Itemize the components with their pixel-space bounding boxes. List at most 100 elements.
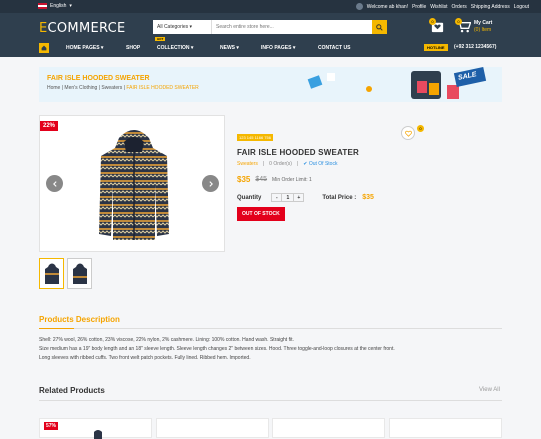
- product-gallery: 22%: [39, 115, 225, 252]
- related-discount-badge: 57%: [44, 422, 59, 430]
- hotline-phone[interactable]: (+92 312 1234567): [454, 44, 496, 50]
- page-banner: FAIR ISLE HOODED SWEATER Home | Men's Cl…: [39, 67, 502, 102]
- thumbnail-2[interactable]: [67, 258, 92, 289]
- chevron-right-icon: [208, 180, 213, 187]
- wishlist-link[interactable]: Wishlist: [430, 4, 447, 10]
- wishlist-item-count: 0: [417, 125, 424, 132]
- related-product-card[interactable]: 57%: [39, 418, 152, 439]
- wishlist-button[interactable]: 0: [429, 18, 447, 35]
- related-product-card[interactable]: [389, 418, 502, 438]
- description-line: Shell: 27% wool, 26% cotton, 23% viscose…: [39, 337, 294, 343]
- breadcrumb-home[interactable]: Home: [47, 85, 60, 91]
- search-input[interactable]: [212, 20, 372, 34]
- logo-e: E: [39, 21, 48, 36]
- product-brand[interactable]: Sweaters: [237, 161, 258, 167]
- discount-badge: 22%: [40, 121, 59, 131]
- language-selector[interactable]: English ▾: [38, 3, 72, 9]
- thumbnail-1[interactable]: [39, 258, 64, 289]
- search-icon: [376, 23, 383, 31]
- product-image: [99, 130, 169, 240]
- description-line: Long sleeves with ribbed cuffs. Two fron…: [39, 355, 251, 361]
- related-product-card[interactable]: [156, 418, 269, 438]
- breadcrumb: Home | Men's Clothing | Sweaters | FAIR …: [47, 85, 199, 91]
- description-line: Size medium has a 19" body length and an…: [39, 346, 395, 352]
- nav-info-pages[interactable]: INFO PAGES ▾: [261, 45, 295, 51]
- shipping-address-link[interactable]: Shipping Address: [471, 4, 510, 10]
- search-button[interactable]: [372, 20, 387, 34]
- home-icon: [41, 45, 47, 50]
- search-bar: All Categories ▾: [153, 20, 387, 34]
- quantity-row: Quantity - 1 + Total Price : $35: [237, 193, 437, 202]
- nav-contact-us[interactable]: CONTACT US: [318, 45, 350, 51]
- breadcrumb-current: FAIR ISLE HOODED SWEATER: [126, 85, 199, 91]
- chevron-down-icon: ▾: [69, 3, 72, 9]
- cart-items: (0) Item: [474, 27, 492, 33]
- hot-badge: HOT: [155, 37, 166, 41]
- top-bar: English ▾ Welcome ab khan! Profile Wishl…: [0, 0, 541, 13]
- related-product-card[interactable]: [272, 418, 385, 438]
- description-title: Products Description: [39, 315, 120, 324]
- related-product-image: [94, 430, 102, 439]
- cart-summary[interactable]: My Cart (0) Item: [474, 20, 492, 34]
- quantity-decrease-button[interactable]: -: [272, 194, 281, 201]
- welcome-text: Welcome ab khan!: [366, 3, 409, 10]
- profile-link[interactable]: Profile: [412, 4, 426, 10]
- order-count: 0 Order(s): [269, 161, 292, 167]
- nav-info-pages-label: INFO PAGES: [261, 45, 292, 51]
- price-row: $35 $45 Min Order Limit: 1: [237, 175, 437, 184]
- gallery-prev-button[interactable]: [46, 175, 63, 192]
- category-select-value: All Categories: [157, 24, 189, 30]
- cart-title: My Cart: [474, 20, 493, 26]
- cart-count-badge: 0: [455, 18, 462, 25]
- breadcrumb-sweaters[interactable]: Sweaters: [101, 85, 122, 91]
- nav-contact-us-label: CONTACT US: [318, 45, 351, 51]
- gallery-next-button[interactable]: [202, 175, 219, 192]
- nav-shop[interactable]: SHOP: [126, 45, 140, 51]
- thumbnail-image: [44, 263, 59, 284]
- home-button[interactable]: [39, 42, 49, 53]
- current-price: $35: [237, 175, 251, 184]
- nav-collection-label: COLLECTION: [157, 45, 190, 51]
- thumbnail-image: [72, 263, 87, 284]
- description-text: Shell: 27% wool, 26% cotton, 23% viscose…: [39, 336, 502, 363]
- total-price-label: Total Price :: [322, 194, 357, 201]
- quantity-label: Quantity: [237, 194, 262, 201]
- main-nav: HOME PAGES ▾ SHOP COLLECTION ▾ HOT NEWS …: [39, 37, 350, 54]
- old-price: $45: [255, 176, 268, 183]
- category-select[interactable]: All Categories ▾: [153, 20, 212, 34]
- wishlist-count-badge: 0: [429, 18, 436, 25]
- product-name: FAIR ISLE HOODED SWEATER: [237, 148, 359, 157]
- check-icon: ✔: [303, 161, 308, 167]
- min-order-limit: Min Order Limit: 1: [272, 176, 312, 183]
- orders-link[interactable]: Orders: [452, 4, 467, 10]
- quantity-value[interactable]: 1: [281, 194, 295, 201]
- nav-shop-label: SHOP: [126, 45, 141, 51]
- avatar: [355, 3, 363, 10]
- chevron-down-icon: ▾: [189, 24, 193, 30]
- out-of-stock-button[interactable]: OUT OF STOCK: [237, 207, 285, 221]
- nav-home-pages[interactable]: HOME PAGES ▾: [66, 45, 103, 51]
- nav-news-label: NEWS: [220, 45, 235, 51]
- flag-icon: [38, 3, 47, 9]
- cart-button[interactable]: 0: [455, 18, 472, 35]
- view-all-link[interactable]: View All: [479, 387, 500, 393]
- language-label: English: [50, 3, 67, 9]
- nav-news[interactable]: NEWS ▾: [220, 45, 239, 51]
- breadcrumb-mens-clothing[interactable]: Men's Clothing: [64, 85, 97, 91]
- product-meta: Sweaters | 0 Order(s) | ✔ Out Of Stock: [237, 161, 338, 167]
- quantity-stepper: - 1 +: [271, 193, 305, 202]
- total-price: $35: [362, 194, 374, 201]
- logout-link[interactable]: Logout: [514, 4, 529, 10]
- heart-icon: [404, 130, 412, 137]
- add-to-wishlist-button[interactable]: 0: [401, 125, 424, 140]
- header: ECOMMERCE All Categories ▾ 0 0 My Cart (…: [0, 13, 541, 57]
- nav-collection[interactable]: COLLECTION ▾: [157, 45, 193, 51]
- related-divider: [39, 400, 502, 401]
- stock-status-label: Out Of Stock: [308, 161, 338, 167]
- thumbnail-list: [39, 258, 92, 289]
- quantity-increase-button[interactable]: +: [294, 194, 303, 201]
- hotline-badge: HOTLINE: [424, 44, 448, 51]
- nav-home-pages-label: HOME PAGES: [66, 45, 100, 51]
- logo[interactable]: ECOMMERCE: [39, 21, 126, 36]
- product-code: 123 145 1166 756: [237, 134, 273, 141]
